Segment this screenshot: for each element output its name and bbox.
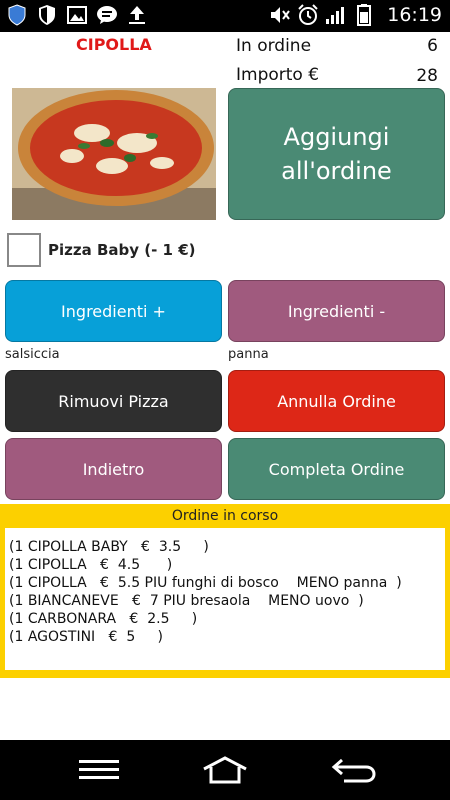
pizza-name: CIPOLLA: [76, 35, 152, 54]
order-line: (1 BIANCANEVE € 7 PIU bresaola MENO uovo…: [9, 593, 364, 609]
image-icon: [66, 4, 88, 26]
order-line: (1 AGOSTINI € 5 ): [9, 629, 163, 645]
back-button[interactable]: Indietro: [5, 438, 222, 500]
removed-ingredients-text: panna: [228, 347, 269, 362]
pizza-baby-label: Pizza Baby (- 1 €): [48, 241, 196, 259]
complete-order-button[interactable]: Completa Ordine: [228, 438, 445, 500]
order-count-label: In ordine: [236, 36, 312, 56]
order-count-value: 6: [427, 36, 438, 56]
upload-icon: [126, 4, 148, 26]
pizza-baby-checkbox[interactable]: [7, 233, 41, 267]
navigation-bar: [0, 740, 450, 800]
back-icon[interactable]: [328, 754, 378, 786]
clock: 16:19: [387, 4, 442, 26]
shield-outline-icon: [36, 4, 58, 26]
home-icon[interactable]: [200, 754, 250, 786]
chat-icon: [96, 4, 118, 26]
alarm-icon: [297, 4, 319, 26]
amount-label: Importo €: [236, 65, 320, 85]
order-panel-title: Ordine in corso: [171, 508, 279, 524]
added-ingredients-text: salsiccia: [5, 347, 60, 362]
order-line: (1 CARBONARA € 2.5 ): [9, 611, 198, 627]
shield-icon: [6, 4, 28, 26]
amount-value: 28: [416, 66, 438, 86]
remove-pizza-button[interactable]: Rimuovi Pizza: [5, 370, 222, 432]
order-list[interactable]: (1 CIPOLLA BABY € 3.5 ) (1 CIPOLLA € 4.5…: [5, 528, 445, 670]
battery-icon: [353, 4, 375, 26]
mute-icon: [269, 4, 291, 26]
order-line: (1 CIPOLLA € 5.5 PIU funghi di bosco MEN…: [9, 575, 402, 591]
signal-icon: [325, 4, 347, 26]
menu-icon[interactable]: [74, 754, 124, 786]
cancel-order-button[interactable]: Annulla Ordine: [228, 370, 445, 432]
order-line: (1 CIPOLLA € 4.5 ): [9, 557, 173, 573]
add-ingredients-button[interactable]: Ingredienti +: [5, 280, 222, 342]
remove-ingredients-button[interactable]: Ingredienti -: [228, 280, 445, 342]
pizza-image: [12, 88, 216, 220]
order-line: (1 CIPOLLA BABY € 3.5 ): [9, 539, 209, 555]
add-to-order-button[interactable]: Aggiungi all'ordine: [228, 88, 445, 220]
status-bar: 16:19: [0, 0, 450, 32]
